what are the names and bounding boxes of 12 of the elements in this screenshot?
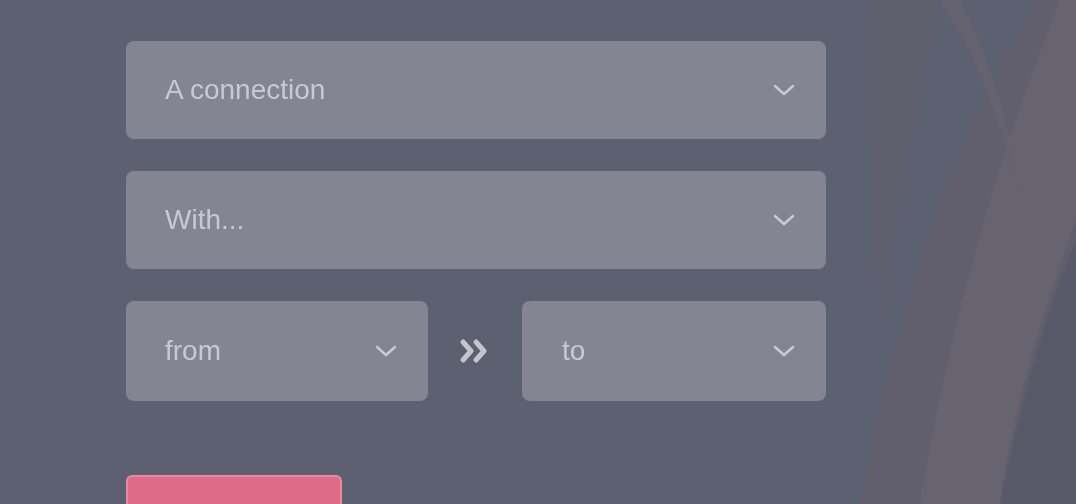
chevron-down-icon (773, 345, 795, 357)
dropdown-select[interactable]: With... (126, 171, 826, 269)
placeholder-text: With... (165, 203, 245, 237)
dropdown-select[interactable]: from (126, 301, 428, 401)
placeholder-text: to (562, 334, 586, 368)
placeholder-text: from (165, 334, 221, 368)
chevron-down-icon (375, 345, 397, 357)
dropdown-select[interactable]: A connection (126, 41, 826, 139)
dropdown-select[interactable]: to (522, 301, 826, 401)
chevron-down-icon (773, 214, 795, 226)
placeholder-text: A connection (165, 73, 326, 107)
chevron-down-icon (773, 84, 795, 96)
